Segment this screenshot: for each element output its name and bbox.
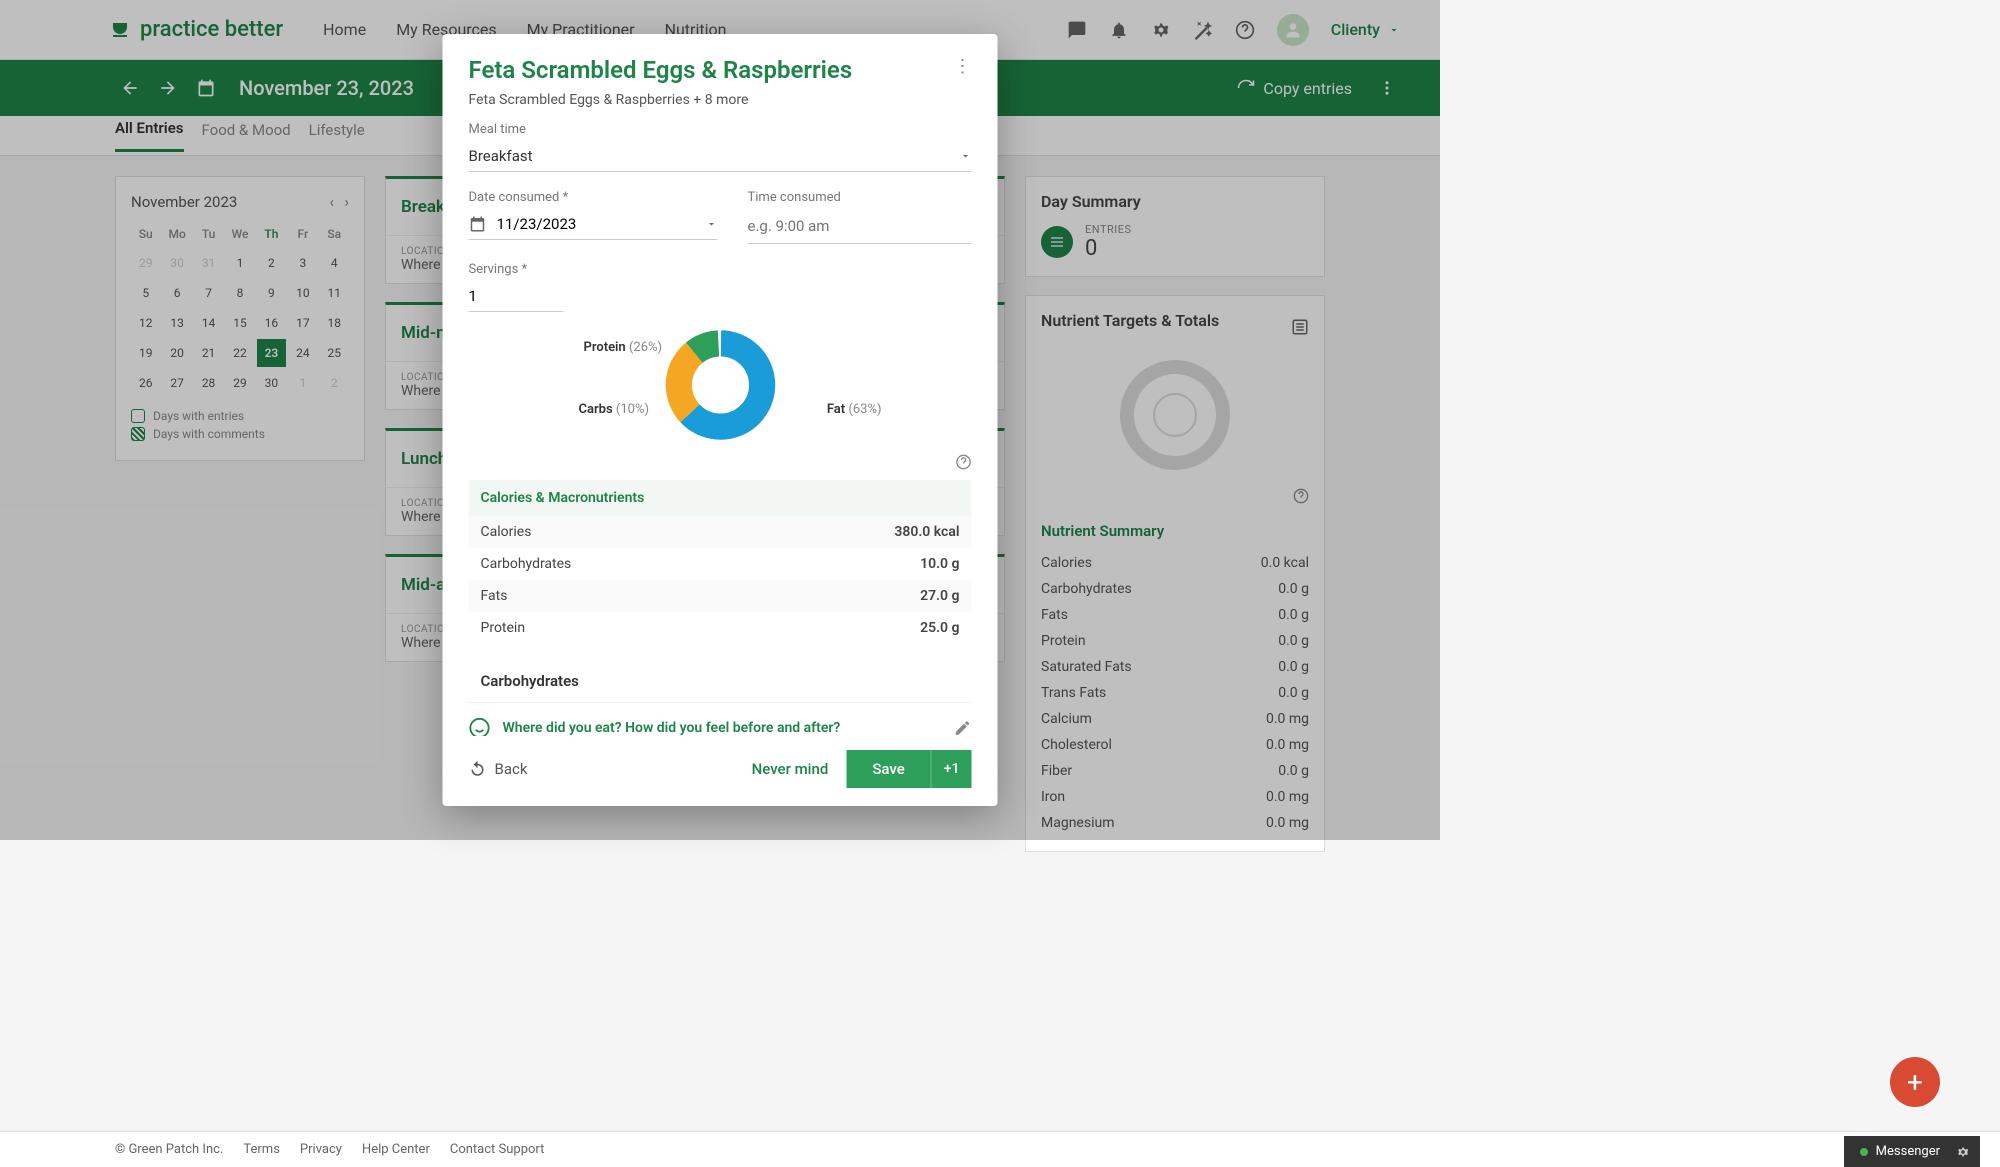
date-consumed-label: Date consumed * <box>469 190 718 205</box>
back-label: Back <box>495 760 528 778</box>
macros-row: Protein25.0 g <box>469 612 972 644</box>
footer: © Green Patch Inc. Terms Privacy Help Ce… <box>0 1131 2000 1167</box>
footer-help[interactable]: Help Center <box>362 1142 430 1157</box>
nevermind-button[interactable]: Never mind <box>752 760 829 778</box>
donut-label-protein: Protein (26%) <box>584 340 663 355</box>
footer-contact[interactable]: Contact Support <box>450 1142 545 1157</box>
carbs-subheading: Carbohydrates <box>469 660 972 702</box>
servings-input[interactable] <box>469 281 564 312</box>
status-dot-icon <box>1860 1148 1868 1156</box>
save-button[interactable]: Save <box>846 750 930 788</box>
time-consumed-input[interactable] <box>748 209 972 244</box>
macros-donut: Protein (26%) Carbs (10%) Fat (63%) <box>469 330 972 440</box>
macros-row: Fats27.0 g <box>469 580 972 612</box>
mealtime-select[interactable]: Breakfast <box>469 141 972 172</box>
help-icon[interactable] <box>956 454 972 470</box>
messenger-label: Messenger <box>1876 1144 1940 1159</box>
servings-label: Servings * <box>469 262 972 277</box>
plus-one-button[interactable]: +1 <box>931 750 972 788</box>
messenger-widget[interactable]: Messenger <box>1844 1136 1980 1167</box>
undo-icon <box>469 760 487 778</box>
mealtime-label: Meal time <box>469 122 972 137</box>
mood-text: Where did you eat? How did you feel befo… <box>503 720 942 736</box>
chevron-down-icon <box>706 218 718 230</box>
back-button[interactable]: Back <box>469 760 528 778</box>
modal-title: Feta Scrambled Eggs & Raspberries <box>469 56 853 84</box>
macros-row: Calories380.0 kcal <box>469 516 972 548</box>
date-value[interactable] <box>497 215 696 233</box>
footer-terms[interactable]: Terms <box>243 1142 280 1157</box>
time-consumed-label: Time consumed <box>748 190 972 205</box>
gear-icon[interactable] <box>1956 1145 1970 1159</box>
donut-label-carbs: Carbs (10%) <box>579 402 650 417</box>
footer-privacy[interactable]: Privacy <box>300 1142 342 1157</box>
food-entry-modal: Feta Scrambled Eggs & Raspberries ⋮ Feta… <box>443 34 998 806</box>
pencil-icon[interactable] <box>954 719 972 736</box>
macros-title: Calories & Macronutrients <box>469 480 972 516</box>
date-consumed-input[interactable] <box>469 209 718 240</box>
mood-prompt-row: Where did you eat? How did you feel befo… <box>469 702 972 736</box>
donut-label-fat: Fat (63%) <box>827 402 882 417</box>
fab-add-button[interactable]: + <box>1890 1057 1940 1107</box>
mealtime-value: Breakfast <box>469 147 533 165</box>
footer-copyright: © Green Patch Inc. <box>115 1142 223 1157</box>
calendar-icon <box>469 215 487 233</box>
modal-subtitle: Feta Scrambled Eggs & Raspberries + 8 mo… <box>443 92 998 122</box>
macros-table: Calories & Macronutrients Calories380.0 … <box>469 480 972 644</box>
macros-row: Carbohydrates10.0 g <box>469 548 972 580</box>
chevron-down-icon <box>960 150 972 162</box>
smile-icon <box>469 717 491 736</box>
modal-more-icon[interactable]: ⋮ <box>954 56 972 77</box>
